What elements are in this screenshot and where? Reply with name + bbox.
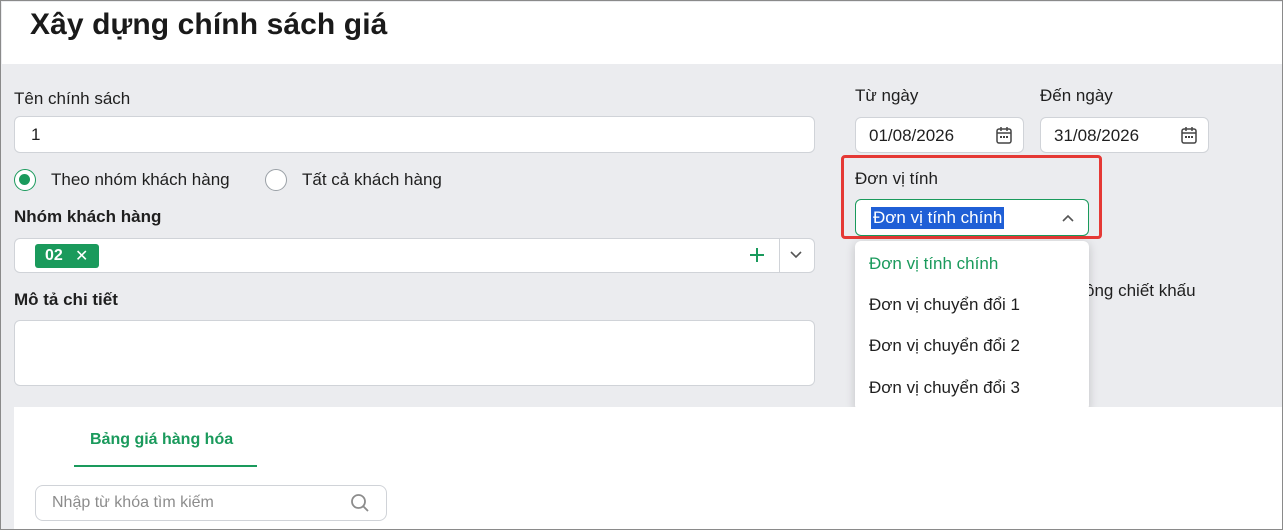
customer-group-tag-label: 02 xyxy=(45,247,63,264)
from-date-input[interactable]: 01/08/2026 xyxy=(855,117,1024,153)
radio-by-customer-group[interactable] xyxy=(14,169,36,191)
price-table-panel: Bảng giá hàng hóa Nhập từ khóa tìm kiếm xyxy=(14,407,1282,529)
tab-price-table-label: Bảng giá hàng hóa xyxy=(90,431,234,448)
radio-all-customers[interactable] xyxy=(265,169,287,191)
radio-by-customer-group-label[interactable]: Theo nhóm khách hàng xyxy=(51,170,230,190)
to-date-label: Đến ngày xyxy=(1040,86,1113,105)
policy-name-label: Tên chính sách xyxy=(14,89,131,108)
unit-select[interactable]: Đơn vị tính chính xyxy=(855,199,1089,236)
discount-label-partial: ông chiết khấu xyxy=(1085,281,1196,300)
unit-select-value: Đơn vị tính chính xyxy=(871,207,1005,229)
add-icon[interactable] xyxy=(747,245,767,265)
chevron-down-icon[interactable] xyxy=(789,250,803,260)
calendar-icon[interactable] xyxy=(996,126,1012,144)
search-icon[interactable] xyxy=(350,493,370,513)
unit-option-conversion-1[interactable]: Đơn vị chuyển đổi 1 xyxy=(869,295,1020,315)
customer-group-input[interactable]: 02 ✕ xyxy=(14,238,815,273)
app-frame: Xây dựng chính sách giá Tên chính sách 1… xyxy=(0,0,1283,530)
policy-name-value: 1 xyxy=(31,125,41,144)
unit-dropdown-menu: Đơn vị tính chính Đơn vị chuyển đổi 1 Đơ… xyxy=(855,241,1089,411)
page-title: Xây dựng chính sách giá xyxy=(30,8,388,41)
description-label: Mô tả chi tiết xyxy=(14,290,118,309)
description-textarea[interactable] xyxy=(14,320,815,386)
search-placeholder: Nhập từ khóa tìm kiếm xyxy=(52,494,214,511)
to-date-value: 31/08/2026 xyxy=(1054,126,1140,145)
unit-option-conversion-2[interactable]: Đơn vị chuyển đổi 2 xyxy=(869,336,1020,356)
unit-label: Đơn vị tính xyxy=(855,169,938,188)
search-input[interactable]: Nhập từ khóa tìm kiếm xyxy=(35,485,387,521)
from-date-value: 01/08/2026 xyxy=(869,126,955,145)
customer-group-label: Nhóm khách hàng xyxy=(14,207,162,226)
from-date-label: Từ ngày xyxy=(855,86,919,105)
chevron-up-icon[interactable] xyxy=(1061,213,1075,223)
policy-name-input[interactable]: 1 xyxy=(14,116,815,153)
radio-all-customers-label[interactable]: Tất cả khách hàng xyxy=(302,170,442,190)
unit-option-main[interactable]: Đơn vị tính chính xyxy=(869,254,998,274)
customer-group-tag: 02 ✕ xyxy=(35,244,99,268)
tab-price-table[interactable]: Bảng giá hàng hóa xyxy=(74,431,257,467)
unit-option-conversion-3[interactable]: Đơn vị chuyển đổi 3 xyxy=(869,378,1020,398)
tag-remove-icon[interactable]: ✕ xyxy=(75,246,88,266)
page-header: Xây dựng chính sách giá xyxy=(2,2,1282,64)
input-divider xyxy=(779,239,780,273)
to-date-input[interactable]: 31/08/2026 xyxy=(1040,117,1209,153)
calendar-icon[interactable] xyxy=(1181,126,1197,144)
